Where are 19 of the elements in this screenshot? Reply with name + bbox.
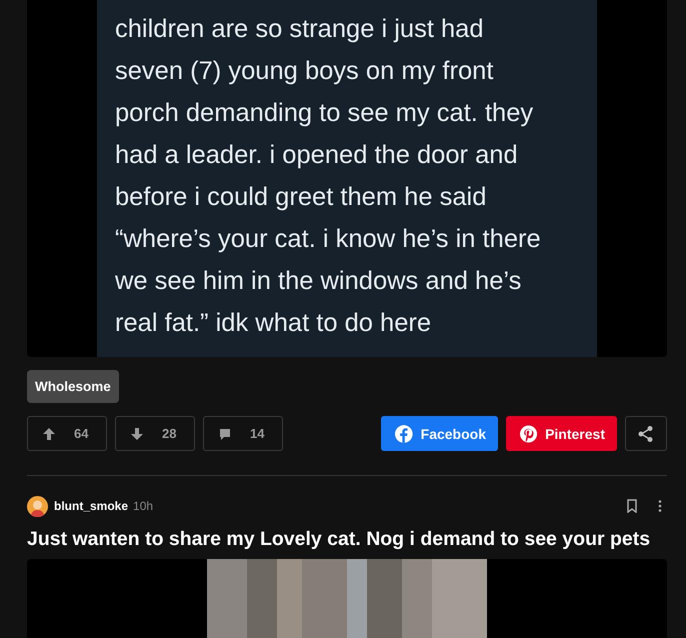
bookmark-icon[interactable] (625, 499, 639, 513)
speech-bubble-icon (218, 426, 232, 440)
arrow-up-icon (42, 426, 56, 440)
arrow-down-icon (130, 426, 144, 440)
avatar-icon (27, 496, 48, 516)
facebook-logo-icon (395, 424, 413, 442)
author-name[interactable]: blunt_smoke (54, 499, 128, 513)
tweet-text: children are so strange i just had seven (7) young boys on my front porch demanding to see my cat. they had a leader. i opened the door and before i could greet them he said “where’s your cat. i know he’s in there we see him in the windows and he’s real fat.” idk what to do here (115, 14, 542, 339)
tag-chip[interactable]: Wholesome (27, 370, 119, 403)
post-time: 10h (133, 499, 154, 513)
pinterest-button[interactable]: Pinterest (506, 416, 617, 451)
comment-button[interactable]: 14 (203, 416, 283, 451)
upvote-button[interactable]: 64 (27, 416, 107, 451)
pinterest-logo-icon (520, 424, 538, 442)
facebook-button[interactable]: Facebook (381, 416, 498, 451)
share-button[interactable] (625, 416, 667, 451)
post-title[interactable]: Just wanten to share my Lovely cat. Nog i demand to see your pets (27, 528, 667, 551)
downvote-button[interactable]: 28 (115, 416, 195, 451)
share-icon (637, 424, 655, 442)
